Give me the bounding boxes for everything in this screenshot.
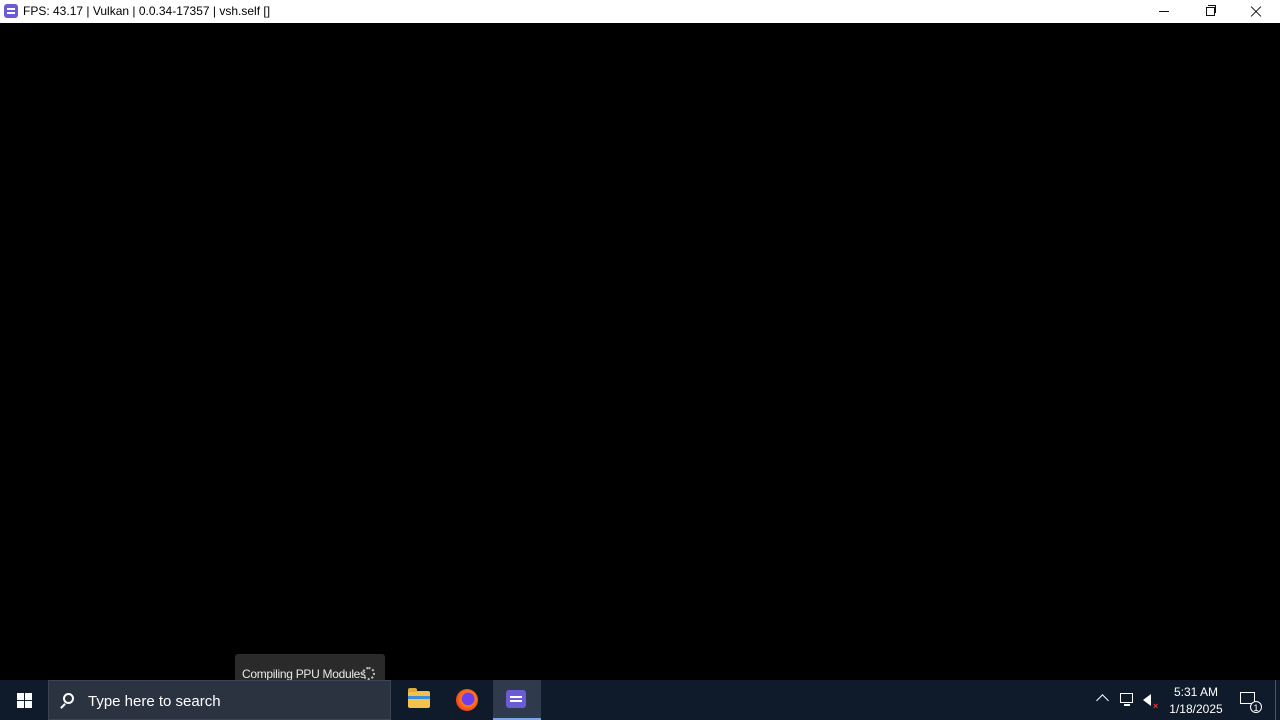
start-button[interactable] [0, 680, 48, 720]
taskbar-app-firefox[interactable] [443, 680, 491, 720]
clock-time: 5:31 AM [1173, 685, 1219, 699]
restore-button[interactable] [1187, 0, 1233, 23]
taskbar-search-box[interactable]: Type here to search [48, 680, 391, 720]
volume-muted-icon[interactable]: × [1141, 680, 1161, 720]
search-icon [63, 693, 74, 704]
show-desktop-button[interactable] [1275, 680, 1280, 720]
notification-count-badge: 1 [1250, 701, 1262, 713]
toast-text: Compiling PPU Modules [242, 667, 366, 681]
title-bar[interactable]: FPS: 43.17 | Vulkan | 0.0.34-17357 | vsh… [0, 0, 1280, 23]
emulator-viewport[interactable]: Compiling PPU Modules [0, 23, 1280, 692]
windows-logo-icon [17, 701, 24, 708]
clock-date: 1/18/2025 [1169, 702, 1223, 716]
loading-spinner-icon [362, 667, 375, 680]
folder-icon [408, 688, 430, 708]
taskbar-app-rpcs3[interactable] [493, 680, 541, 720]
search-placeholder: Type here to search [88, 693, 221, 710]
firefox-icon [456, 689, 478, 711]
window-title: FPS: 43.17 | Vulkan | 0.0.34-17357 | vsh… [23, 4, 271, 18]
taskbar-app-file-explorer[interactable] [395, 680, 443, 720]
rpcs3-icon [506, 690, 526, 708]
network-icon[interactable] [1118, 680, 1136, 720]
windows-logo-icon [25, 701, 32, 708]
minimize-button[interactable] [1141, 0, 1187, 23]
taskbar: Type here to search × 5:31 AM 1/18/2025 … [0, 680, 1280, 720]
rpcs3-app-icon [4, 4, 18, 18]
show-hidden-icons-chevron-icon[interactable] [1094, 680, 1112, 720]
system-clock[interactable]: 5:31 AM 1/18/2025 [1166, 684, 1226, 718]
action-center-button[interactable]: 1 [1236, 680, 1262, 720]
close-button[interactable] [1233, 0, 1279, 23]
windows-logo-icon [25, 693, 32, 700]
windows-logo-icon [17, 693, 24, 700]
